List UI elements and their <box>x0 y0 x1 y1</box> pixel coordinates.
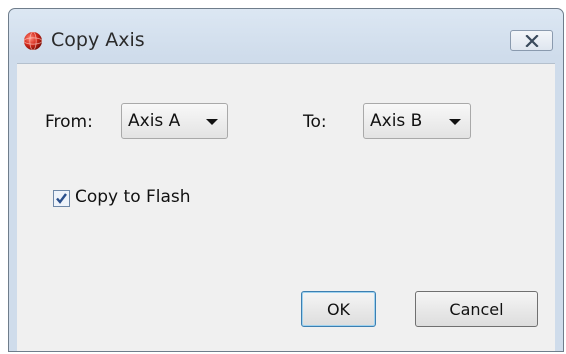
window-title: Copy Axis <box>51 29 145 51</box>
copy-to-flash-checkbox[interactable] <box>53 190 70 207</box>
cancel-button[interactable]: Cancel <box>415 291 538 327</box>
ok-button[interactable]: OK <box>301 291 376 327</box>
close-x-icon <box>524 34 539 47</box>
from-axis-select[interactable]: Axis A <box>121 103 228 139</box>
chevron-down-icon <box>206 119 218 125</box>
to-axis-select[interactable]: Axis B <box>363 103 471 139</box>
close-button[interactable] <box>510 30 553 51</box>
from-label: From: <box>45 112 93 132</box>
to-label: To: <box>303 112 327 132</box>
chevron-down-icon <box>449 119 461 125</box>
copy-to-flash-label[interactable]: Copy to Flash <box>75 187 191 207</box>
from-axis-value: Axis A <box>128 111 181 131</box>
app-sphere-icon <box>23 31 43 51</box>
to-axis-value: Axis B <box>370 111 423 131</box>
copy-axis-dialog: Copy Axis From: Axis A To: Axis B Copy t… <box>8 8 564 352</box>
dialog-body: From: Axis A To: Axis B Copy to Flash OK… <box>17 63 555 351</box>
title-bar[interactable]: Copy Axis <box>9 9 563 63</box>
checkmark-icon <box>56 193 67 204</box>
